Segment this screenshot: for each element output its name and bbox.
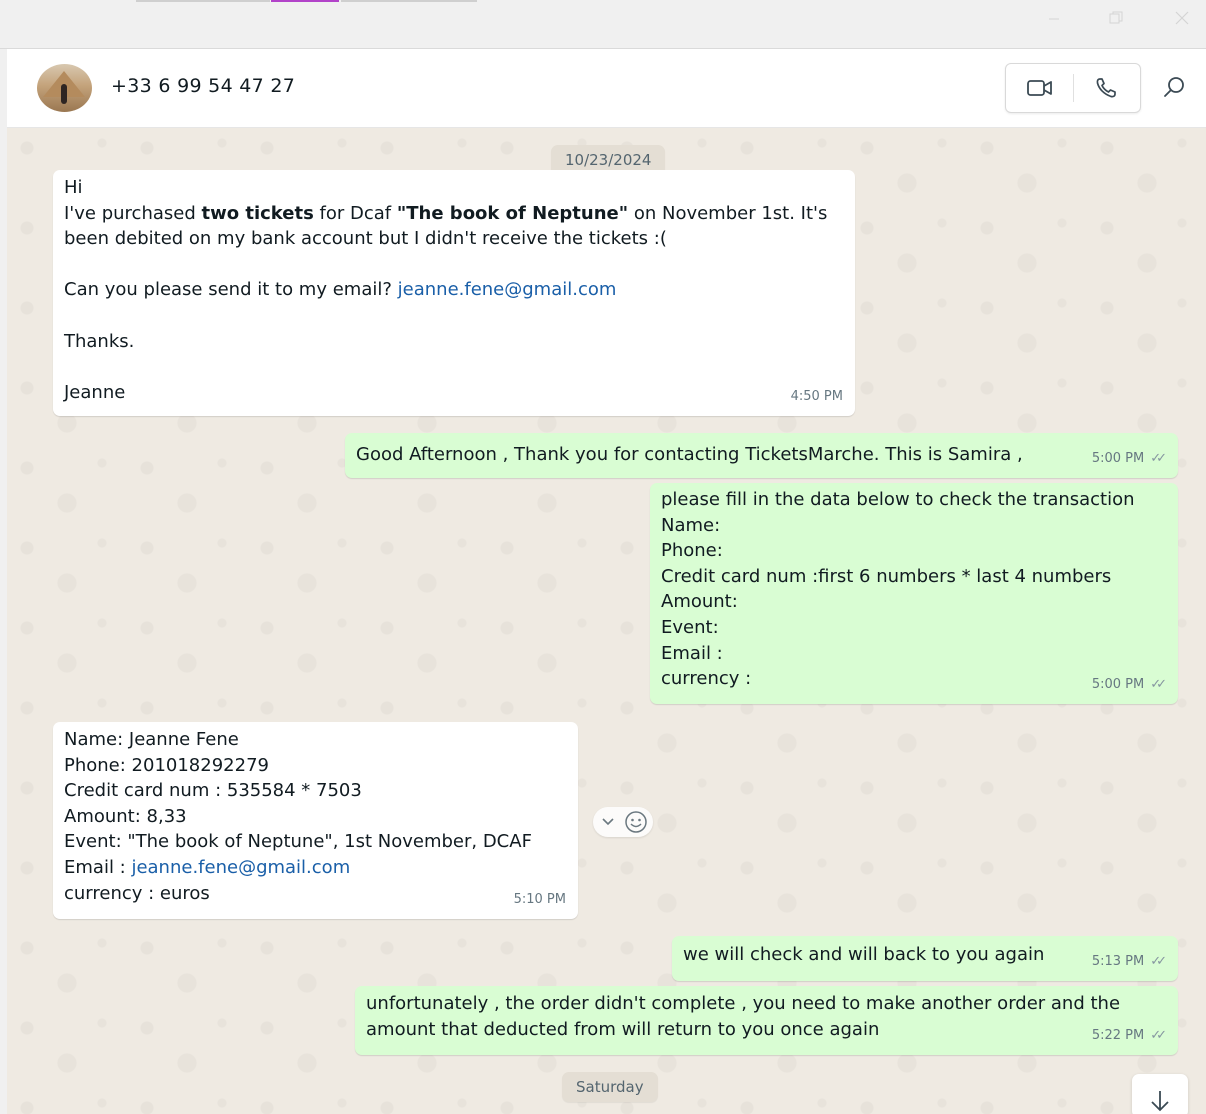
message-text: Event: "The book of Neptune", 1st Novemb… bbox=[64, 831, 532, 853]
message-bubble-incoming[interactable]: Hi I've purchased two tickets for Dcaf "… bbox=[53, 170, 855, 416]
message-text: Good Afternoon , Thank you for contactin… bbox=[356, 444, 1023, 465]
message-time: 5:13 PM bbox=[1091, 954, 1145, 970]
message-meta: 5:13 PM ✓✓ bbox=[1091, 949, 1167, 975]
avatar-person bbox=[61, 84, 67, 104]
tab-indicator[interactable] bbox=[136, 0, 270, 2]
minimize-icon[interactable] bbox=[1034, 6, 1074, 34]
email-link[interactable]: jeanne.fene@gmail.com bbox=[398, 279, 617, 300]
message-text: Email : jeanne.fene@gmail.com bbox=[64, 856, 351, 878]
message-text: amount that deducted from will return to… bbox=[366, 1018, 880, 1040]
double-check-icon: ✓✓ bbox=[1150, 1028, 1167, 1044]
chat-header: +33 6 99 54 47 27 bbox=[7, 49, 1206, 128]
message-text: currency : euros bbox=[64, 882, 210, 904]
arrow-down-icon bbox=[1151, 1091, 1169, 1112]
email-link[interactable]: jeanne.fene@gmail.com bbox=[131, 857, 350, 878]
contact-name[interactable]: +33 6 99 54 47 27 bbox=[111, 75, 295, 97]
message-text: been debited on my bank account but I di… bbox=[64, 228, 667, 250]
message-bubble-incoming[interactable]: Name: Jeanne Fene Phone: 201018292279 Cr… bbox=[53, 722, 578, 919]
message-bubble-outgoing[interactable]: please fill in the data below to check t… bbox=[650, 483, 1178, 704]
avatar[interactable] bbox=[37, 64, 92, 112]
message-meta: 5:10 PM bbox=[514, 887, 566, 913]
message-meta: 4:50 PM bbox=[791, 384, 843, 410]
search-icon[interactable] bbox=[1162, 74, 1188, 100]
sidebar-edge bbox=[0, 49, 7, 1114]
message-time: 5:00 PM bbox=[1091, 451, 1145, 467]
message-meta: 5:22 PM ✓✓ bbox=[1091, 1023, 1167, 1049]
message-bubble-outgoing[interactable]: we will check and will back to you again… bbox=[672, 936, 1178, 981]
message-text: Phone: 201018292279 bbox=[64, 754, 269, 776]
message-text: Credit card num : 535584 * 7503 bbox=[64, 780, 362, 802]
tab-indicator[interactable] bbox=[341, 0, 477, 2]
maximize-icon[interactable] bbox=[1096, 6, 1136, 34]
message-time: 5:00 PM bbox=[1091, 677, 1145, 693]
date-divider: Saturday bbox=[562, 1072, 658, 1102]
message-bubble-outgoing[interactable]: Good Afternoon , Thank you for contactin… bbox=[345, 433, 1178, 478]
emoji-react-icon[interactable] bbox=[624, 810, 648, 834]
message-text: Thanks. bbox=[64, 330, 135, 352]
message-time: 5:22 PM bbox=[1091, 1028, 1145, 1044]
double-check-icon: ✓✓ bbox=[1150, 677, 1167, 693]
message-actions bbox=[593, 807, 653, 837]
message-meta: 5:00 PM ✓✓ bbox=[1091, 446, 1167, 472]
tab-indicator-active[interactable] bbox=[271, 0, 339, 2]
close-icon[interactable] bbox=[1162, 6, 1202, 34]
video-call-icon[interactable] bbox=[1026, 76, 1054, 100]
message-time: 4:50 PM bbox=[790, 389, 843, 405]
double-check-icon: ✓✓ bbox=[1150, 451, 1167, 467]
scroll-to-bottom-button[interactable] bbox=[1132, 1074, 1188, 1114]
message-text: I've purchased two tickets for Dcaf "The… bbox=[64, 202, 828, 224]
chat-area: 10/23/2024 Hi I've purchased two tickets… bbox=[7, 128, 1206, 1114]
message-bubble-outgoing[interactable]: unfortunately , the order didn't complet… bbox=[355, 986, 1178, 1055]
message-text: Phone: bbox=[661, 540, 723, 562]
message-text: Event: bbox=[661, 616, 719, 638]
message-text: Hi bbox=[64, 177, 83, 198]
message-text: Jeanne bbox=[64, 381, 126, 403]
voice-call-icon[interactable] bbox=[1094, 76, 1122, 100]
message-text: Name: Jeanne Fene bbox=[64, 729, 239, 750]
message-meta: 5:00 PM ✓✓ bbox=[1091, 672, 1167, 698]
call-divider bbox=[1073, 74, 1074, 102]
message-text: Can you please send it to my email? jean… bbox=[64, 279, 617, 301]
double-check-icon: ✓✓ bbox=[1150, 954, 1167, 970]
message-time: 5:10 PM bbox=[513, 892, 566, 908]
message-text: unfortunately , the order didn't complet… bbox=[366, 993, 1121, 1014]
message-text: Amount: bbox=[661, 591, 738, 613]
message-text: Amount: 8,33 bbox=[64, 805, 187, 827]
message-text: please fill in the data below to check t… bbox=[661, 489, 1135, 510]
chevron-down-icon[interactable] bbox=[601, 815, 615, 829]
message-text: Email : bbox=[661, 642, 723, 664]
call-button-group bbox=[1005, 63, 1141, 113]
message-text: Name: bbox=[661, 514, 721, 536]
window-titlebar bbox=[0, 0, 1206, 49]
message-text: Credit card num :first 6 numbers * last … bbox=[661, 565, 1112, 587]
